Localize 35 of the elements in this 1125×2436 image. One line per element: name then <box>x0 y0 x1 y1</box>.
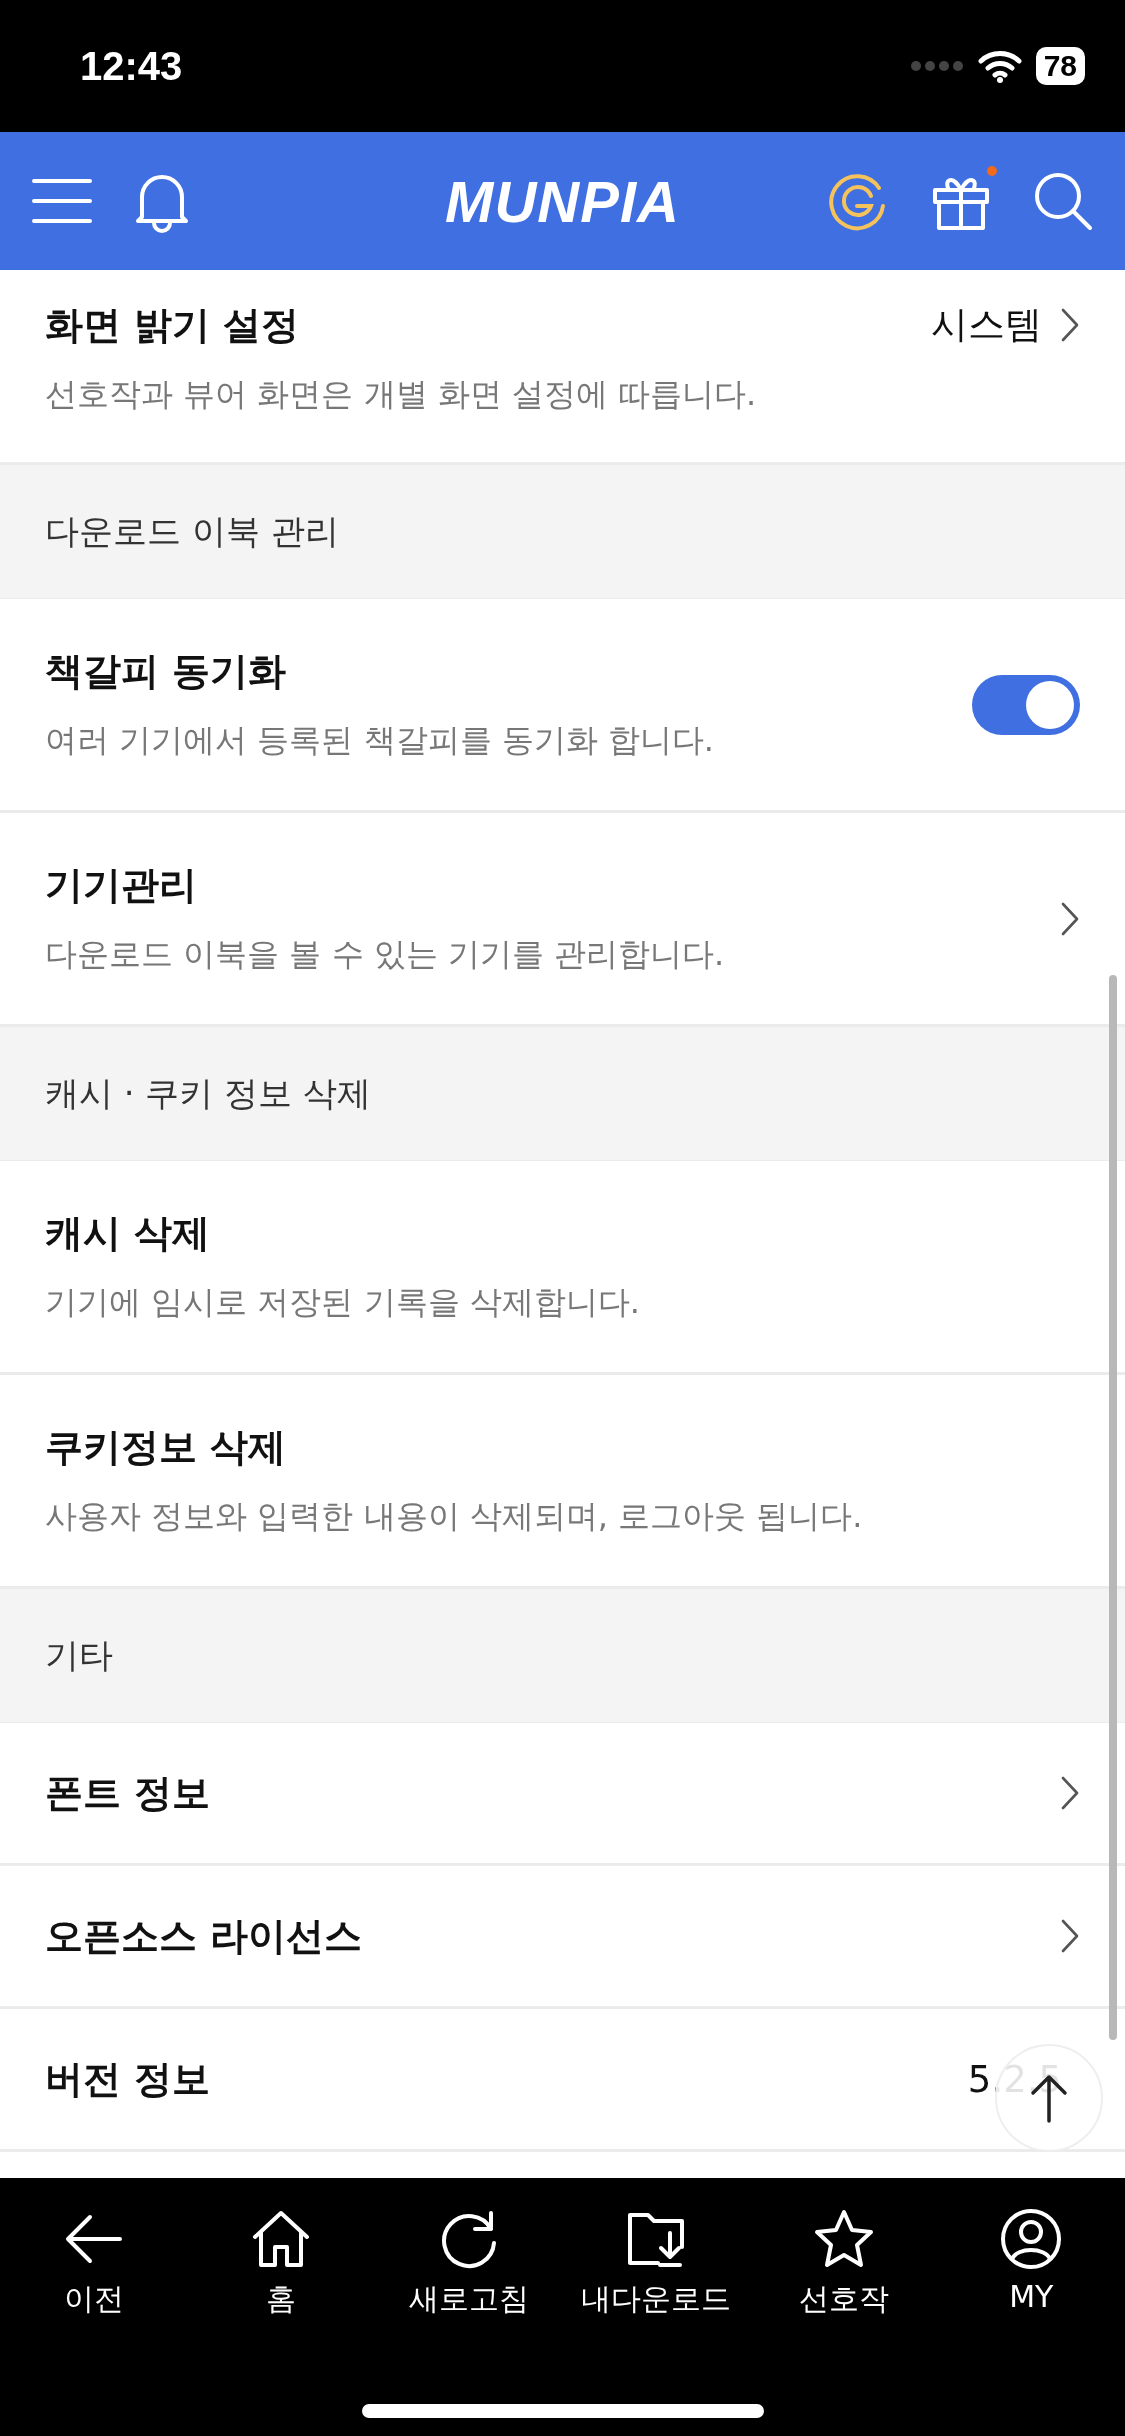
setting-description: 여러 기기에서 등록된 책갈피를 동기화 합니다. <box>45 720 716 761</box>
signal-icon <box>909 60 964 72</box>
setting-title: 화면 밝기 설정 <box>45 302 301 349</box>
wifi-icon <box>977 49 1022 83</box>
setting-description: 다운로드 이북을 볼 수 있는 기기를 관리합니다. <box>45 934 726 975</box>
setting-title: 기기관리 <box>45 862 198 909</box>
setting-description: 사용자 정보와 입력한 내용이 삭제되며, 로그아웃 됩니다. <box>45 1496 864 1537</box>
nav-tab[interactable]: 내다운로드 <box>562 2206 750 2436</box>
menu-icon[interactable] <box>32 177 92 225</box>
setting-title: 오픈소스 라이선스 <box>45 1912 364 1960</box>
nav-tab[interactable]: 홈 <box>187 2206 375 2436</box>
status-time: 12:43 <box>80 43 183 89</box>
setting-title: 폰트 정보 <box>45 1769 212 1817</box>
setting-value: 시스템 <box>931 302 1042 348</box>
chevron-icon <box>1060 1918 1080 1954</box>
settings-row[interactable]: 책갈피 동기화 여러 기기에서 등록된 책갈피를 동기화 합니다. <box>0 599 1125 813</box>
setting-title: 쿠키정보 삭제 <box>45 1424 288 1471</box>
nav-tab[interactable]: 이전 <box>0 2206 188 2436</box>
user-icon <box>999 2207 1064 2271</box>
nav-tab[interactable]: 선호작 <box>750 2206 938 2436</box>
nav-tab[interactable]: 새로고침 <box>375 2206 563 2436</box>
search-icon[interactable] <box>1033 171 1093 231</box>
chevron-icon <box>1060 1775 1080 1811</box>
setting-title: 책갈피 동기화 <box>45 648 288 695</box>
section-heading: 캐시 · 쿠키 정보 삭제 <box>0 1027 1125 1161</box>
setting-description: 기기에 임시로 저장된 기록을 삭제합니다. <box>45 1282 641 1323</box>
setting-description: 선호작과 뷰어 화면은 개별 화면 설정에 따릅니다. <box>45 374 758 415</box>
battery-level: 78 <box>1035 47 1085 85</box>
section-heading: 다운로드 이북 관리 <box>0 465 1125 599</box>
nav-tab[interactable]: MY <box>937 2206 1125 2436</box>
chevron-icon <box>1060 307 1080 343</box>
setting-title: 버전 정보 <box>45 2055 212 2103</box>
chevron-icon <box>1060 900 1080 937</box>
section-heading: 기타 <box>0 1589 1125 1723</box>
setting-title: 캐시 삭제 <box>45 1210 212 1257</box>
